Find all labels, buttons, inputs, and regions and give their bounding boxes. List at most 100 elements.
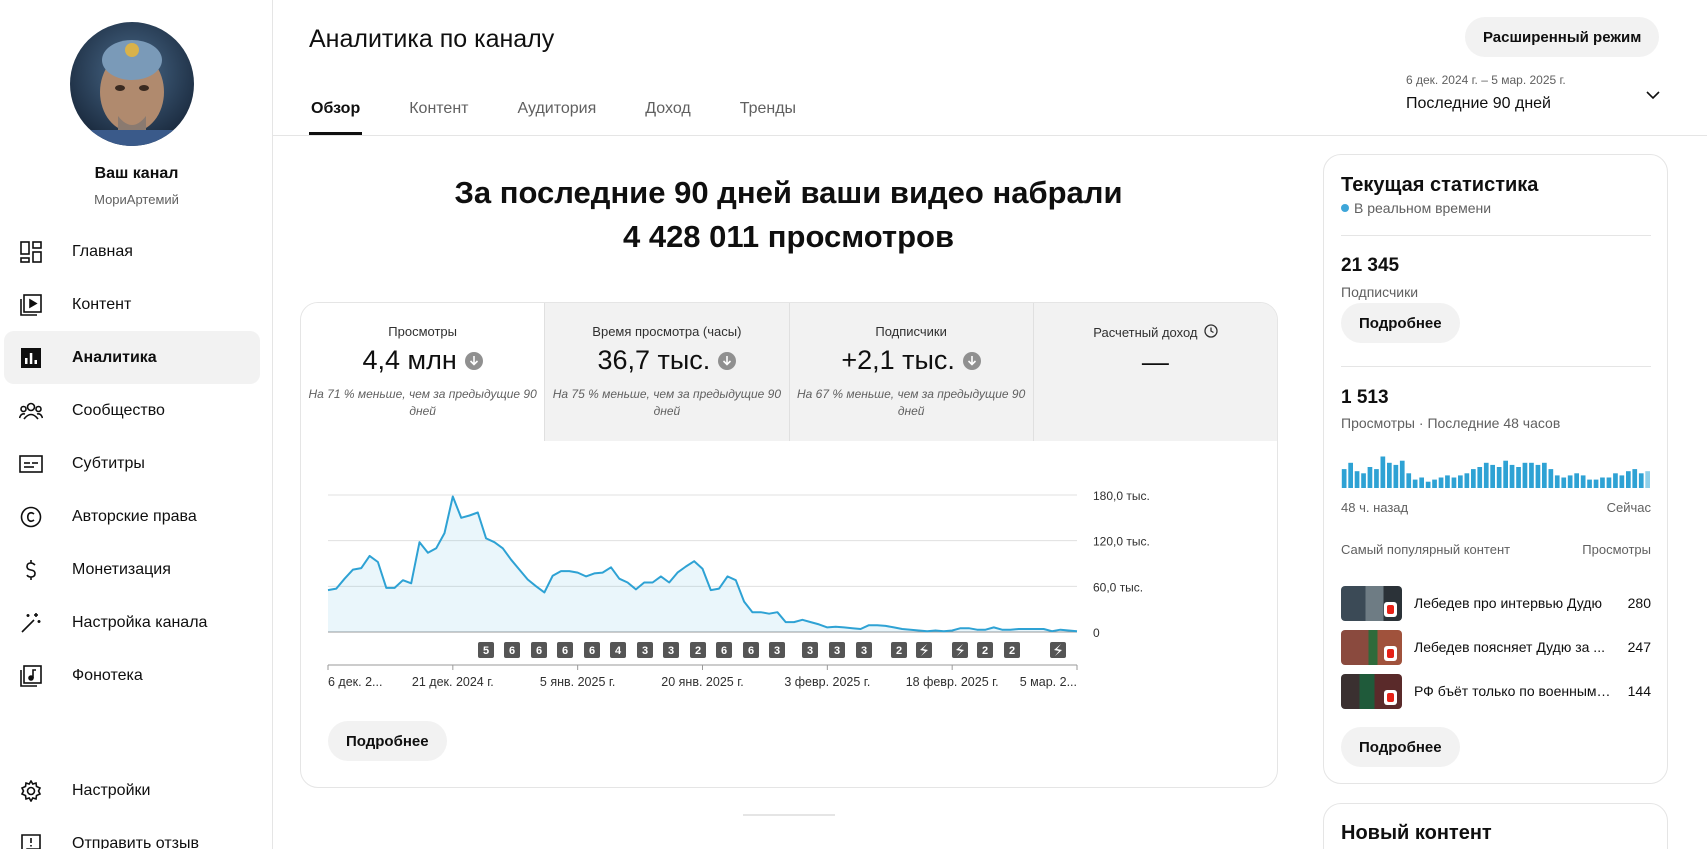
realtime-bar bbox=[1580, 475, 1586, 488]
upload-count: 6 bbox=[536, 645, 542, 657]
upload-count: 6 bbox=[721, 645, 727, 657]
realtime-bar bbox=[1367, 467, 1373, 488]
upload-count: 3 bbox=[642, 645, 648, 657]
tab-content[interactable]: Контент bbox=[407, 88, 470, 136]
list-item[interactable]: РФ бъёт только по военным объектам 144 bbox=[1341, 669, 1651, 713]
metric-label: Подписчики bbox=[875, 324, 947, 339]
realtime-bar bbox=[1503, 460, 1508, 488]
top-content-header: Самый популярный контент Просмотры bbox=[1341, 542, 1651, 557]
realtime-bar bbox=[1600, 477, 1605, 488]
realtime-bar bbox=[1348, 462, 1353, 488]
upload-count: 6 bbox=[748, 645, 754, 657]
tab-overview[interactable]: Обзор bbox=[309, 88, 363, 136]
realtime-bar bbox=[1567, 475, 1573, 488]
metric-tabs: Просмотры 4,4 млн На 71 % меньше, чем за… bbox=[301, 303, 1277, 441]
realtime-bar bbox=[1490, 464, 1495, 488]
metric-value: — bbox=[1141, 347, 1169, 377]
advanced-mode-button[interactable]: Расширенный режим bbox=[1465, 17, 1660, 57]
realtime-bar bbox=[1529, 462, 1534, 488]
list-item[interactable]: Лебедев поясняет Дудю за ... 247 bbox=[1341, 625, 1651, 669]
sidebar-item-label: Сообщество bbox=[72, 401, 165, 419]
magic-wand-icon bbox=[18, 610, 44, 636]
realtime-bar bbox=[1613, 473, 1618, 488]
views-chart: 180,0 тыс. 120,0 тыс. 60,0 тыс. 0 5 6 6 6 6 4 3 3 2 6… bbox=[301, 441, 1277, 701]
realtime-bar bbox=[1483, 462, 1489, 488]
divider bbox=[1341, 366, 1651, 367]
sidebar-item-feedback[interactable]: Отправить отзыв bbox=[4, 817, 260, 849]
upload-count: 2 bbox=[982, 645, 988, 657]
metric-value: +2,1 тыс. bbox=[841, 345, 955, 375]
x-tick-label: 18 февр. 2025 г. bbox=[906, 675, 999, 689]
tab-bar: Обзор Контент Аудитория Доход Тренды bbox=[309, 88, 843, 136]
header-divider bbox=[273, 135, 1707, 136]
realtime-title: Текущая статистика bbox=[1341, 174, 1539, 196]
sidebar-item-label: Главная bbox=[72, 242, 133, 260]
realtime-bar bbox=[1496, 467, 1502, 488]
realtime-views: 1 513 bbox=[1341, 387, 1389, 408]
content-icon bbox=[18, 292, 44, 318]
sidebar-item-customization[interactable]: Настройка канала bbox=[4, 596, 260, 649]
realtime-bar bbox=[1438, 477, 1444, 488]
realtime-bar bbox=[1451, 477, 1457, 488]
realtime-bar bbox=[1542, 462, 1547, 488]
live-dot-icon bbox=[1341, 204, 1349, 212]
upload-count: 3 bbox=[861, 645, 867, 657]
sidebar-item-content[interactable]: Контент bbox=[4, 278, 260, 331]
realtime-bar bbox=[1341, 469, 1347, 488]
top-views-label: Просмотры bbox=[1582, 542, 1651, 557]
metric-revenue[interactable]: Расчетный доход — bbox=[1033, 303, 1277, 441]
sidebar-item-monetization[interactable]: Монетизация bbox=[4, 543, 260, 596]
tab-trends[interactable]: Тренды bbox=[738, 88, 798, 136]
sidebar-item-copyright[interactable]: Авторские права bbox=[4, 490, 260, 543]
tab-audience[interactable]: Аудитория bbox=[515, 88, 598, 136]
views-chart-svg: 180,0 тыс. 120,0 тыс. 60,0 тыс. 0 5 6 6 6 6 4 3 3 2 6… bbox=[327, 489, 1150, 689]
metric-note: На 71 % меньше, чем за предыдущие 90 дне… bbox=[308, 387, 537, 418]
realtime-bar bbox=[1419, 477, 1424, 488]
date-range-picker[interactable]: 6 дек. 2024 г. – 5 мар. 2025 г. Последни… bbox=[1406, 73, 1661, 113]
sidebar-item-settings[interactable]: Настройки bbox=[4, 764, 260, 817]
realtime-bar bbox=[1399, 460, 1405, 488]
subscribers-more-button[interactable]: Подробнее bbox=[1341, 303, 1460, 343]
metric-views[interactable]: Просмотры 4,4 млн На 71 % меньше, чем за… bbox=[301, 303, 546, 441]
shorts-icon bbox=[1384, 601, 1397, 617]
video-title: РФ бъёт только по военным объектам bbox=[1414, 683, 1613, 699]
overview-more-button[interactable]: Подробнее bbox=[328, 721, 447, 761]
upload-count: 3 bbox=[807, 645, 813, 657]
realtime-bar bbox=[1593, 479, 1599, 488]
sidebar-item-community[interactable]: Сообщество bbox=[4, 384, 260, 437]
feedback-icon bbox=[18, 831, 44, 849]
top-content-more-button[interactable]: Подробнее bbox=[1341, 727, 1460, 767]
metric-label: Время просмотра (часы) bbox=[592, 324, 742, 339]
upload-count: 2 bbox=[1009, 645, 1015, 657]
list-item[interactable]: Лебедев про интервью Дудю 280 bbox=[1341, 581, 1651, 625]
sidebar-item-dashboard[interactable]: Главная bbox=[4, 225, 260, 278]
channel-avatar[interactable] bbox=[70, 22, 194, 146]
metric-value: 36,7 тыс. bbox=[597, 345, 711, 375]
sidebar-item-subtitles[interactable]: Субтитры bbox=[4, 437, 260, 490]
upload-count: 2 bbox=[695, 645, 701, 657]
sidebar-item-label: Контент bbox=[72, 295, 132, 313]
metric-value-row: 4,4 млн bbox=[301, 345, 544, 376]
video-title: Лебедев про интервью Дудю bbox=[1414, 595, 1602, 611]
new-content-card: Новый контент bbox=[1323, 803, 1668, 849]
dashboard-icon bbox=[18, 239, 44, 265]
metric-subscribers[interactable]: Подписчики +2,1 тыс. На 67 % меньше, чем… bbox=[789, 303, 1034, 441]
gear-icon bbox=[18, 778, 44, 804]
x-tick-label: 21 дек. 2024 г. bbox=[412, 675, 494, 689]
sidebar-item-audio-library[interactable]: Фонотека bbox=[4, 649, 260, 702]
divider bbox=[1341, 235, 1651, 236]
sidebar-item-analytics[interactable]: Аналитика bbox=[4, 331, 260, 384]
realtime-bar bbox=[1432, 479, 1437, 488]
realtime-subscribers-label: Подписчики bbox=[1341, 284, 1419, 300]
realtime-card: Текущая статистика В реальном времени 21… bbox=[1323, 154, 1668, 784]
metric-note: На 75 % меньше, чем за предыдущие 90 дне… bbox=[552, 387, 781, 418]
metric-watch-time[interactable]: Время просмотра (часы) 36,7 тыс. На 75 %… bbox=[545, 303, 790, 441]
video-views: 144 bbox=[1627, 683, 1651, 699]
tab-revenue[interactable]: Доход bbox=[643, 88, 692, 136]
headline-line1: За последние 90 дней ваши видео набрали bbox=[454, 175, 1123, 210]
channel-title: Ваш канал bbox=[94, 165, 179, 182]
metric-value: 4,4 млн bbox=[362, 345, 457, 375]
realtime-bar bbox=[1626, 471, 1631, 488]
x-tick-label: 5 мар. 2... bbox=[1020, 675, 1077, 689]
subtitles-icon bbox=[18, 451, 44, 477]
